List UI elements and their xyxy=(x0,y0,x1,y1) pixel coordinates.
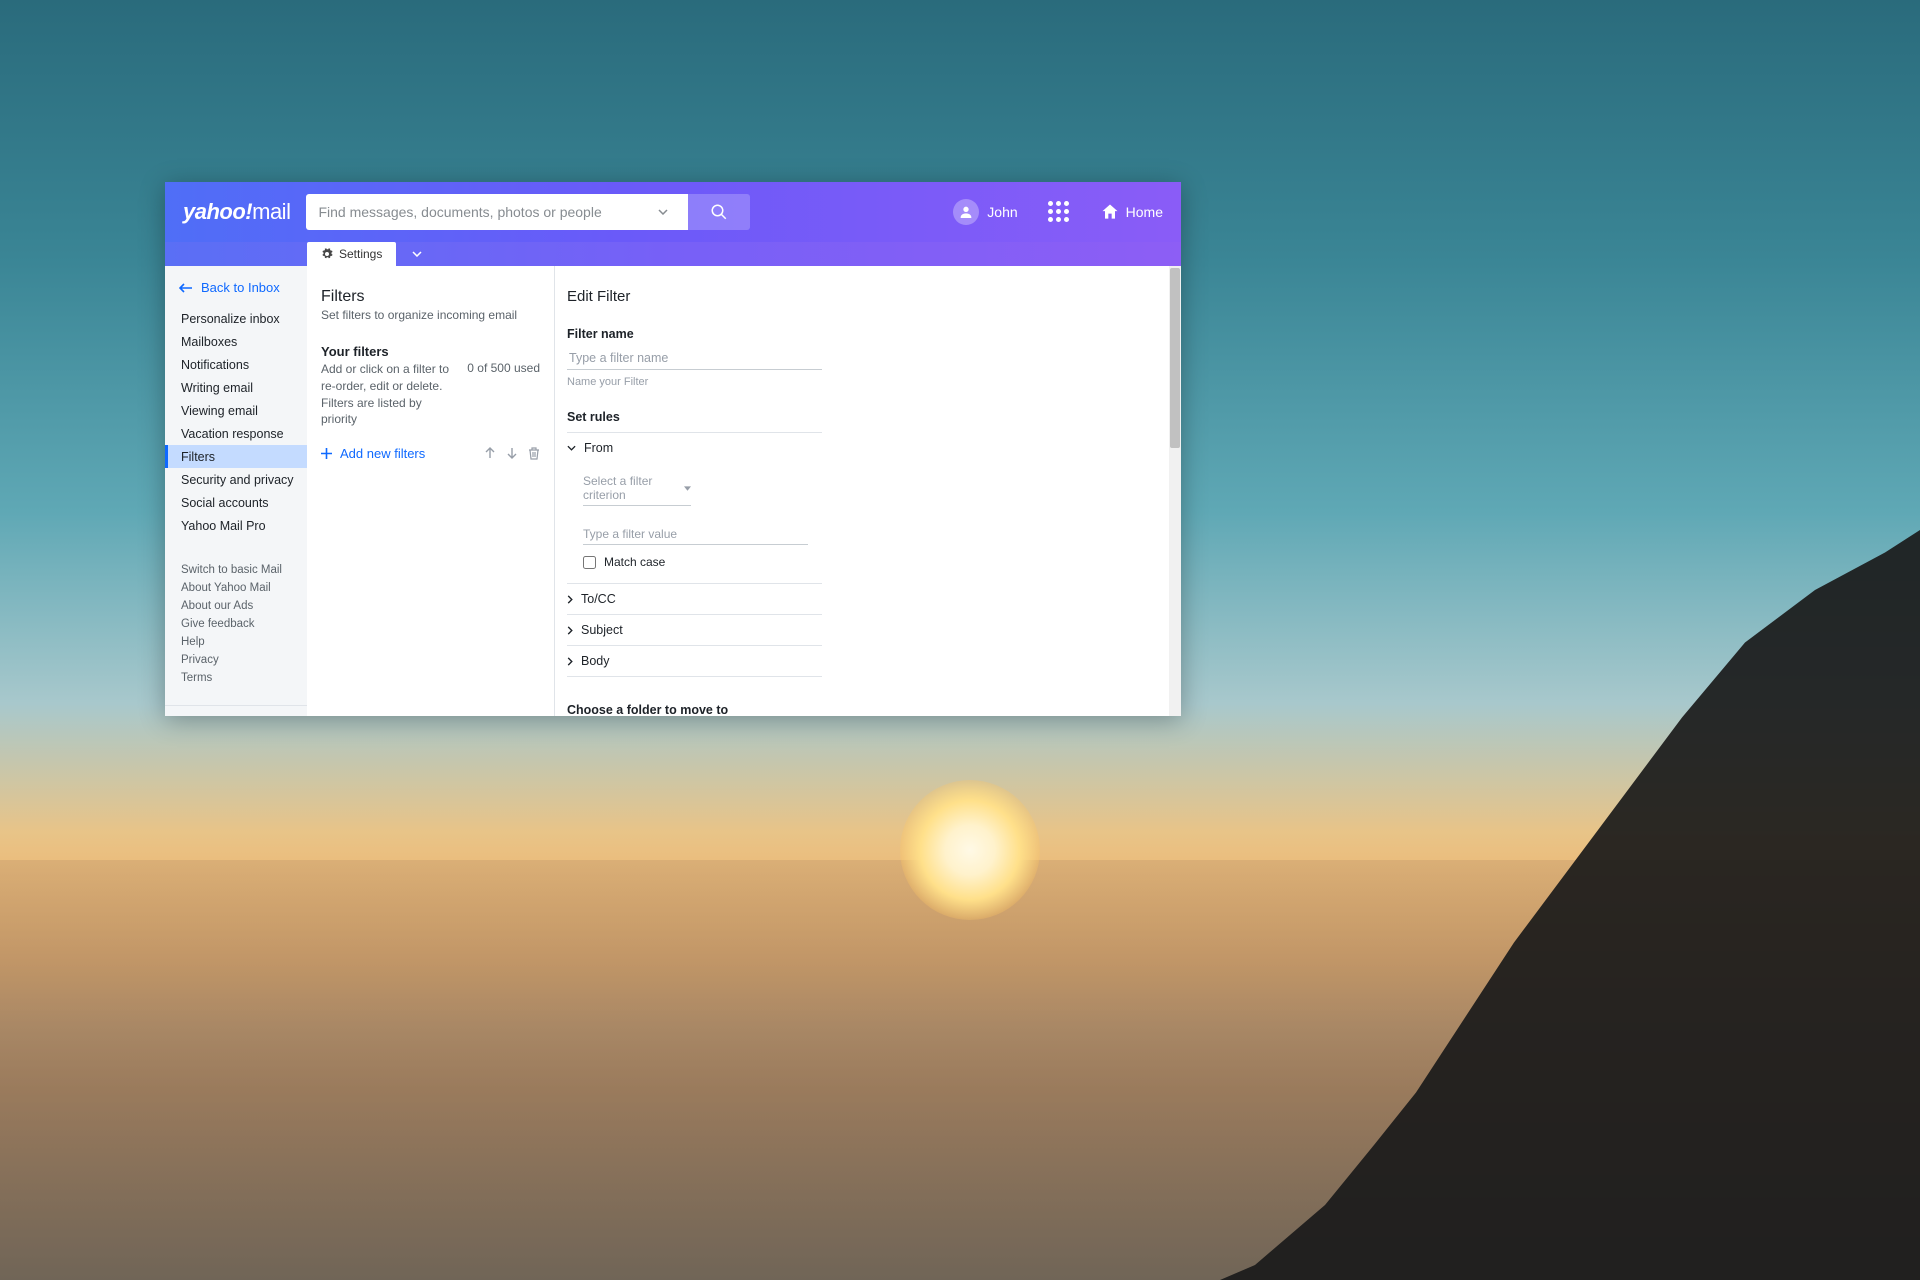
edit-filter-title: Edit Filter xyxy=(567,288,1157,305)
nav-viewing-email[interactable]: Viewing email xyxy=(165,399,307,422)
arrow-left-icon xyxy=(179,283,193,293)
rule-from-toggle[interactable]: From xyxy=(567,441,822,455)
tab-label: Settings xyxy=(339,247,382,261)
settings-sidebar: Back to Inbox Personalize inbox Mailboxe… xyxy=(165,266,307,716)
logo-main: yahoo! xyxy=(183,199,252,224)
scrollbar-thumb[interactable] xyxy=(1170,268,1180,448)
user-name: John xyxy=(987,204,1017,220)
rule-tocc-label: To/CC xyxy=(581,592,616,606)
choose-folder-label: Choose a folder to move to xyxy=(567,703,1157,716)
chevron-right-icon xyxy=(567,595,573,604)
content-body: Back to Inbox Personalize inbox Mailboxe… xyxy=(165,266,1181,716)
criterion-select[interactable]: Select a filter criterion xyxy=(583,471,691,506)
match-case-checkbox[interactable] xyxy=(583,556,596,569)
rule-body-toggle[interactable]: Body xyxy=(567,654,822,668)
rule-body-label: Body xyxy=(581,654,610,668)
filters-count: 0 of 500 used xyxy=(467,361,540,375)
link-terms[interactable]: Terms xyxy=(165,669,307,687)
sidebar-secondary: Switch to basic Mail About Yahoo Mail Ab… xyxy=(165,561,307,687)
your-filters-heading: Your filters xyxy=(321,344,540,359)
add-filter-button[interactable]: Add new filters xyxy=(321,446,425,461)
nav-notifications[interactable]: Notifications xyxy=(165,353,307,376)
filter-name-input[interactable] xyxy=(567,347,822,370)
your-filters-desc: Add or click on a filter to re-order, ed… xyxy=(321,361,459,428)
logo[interactable]: yahoo!mail xyxy=(183,199,290,225)
gear-icon xyxy=(321,248,333,260)
rule-subject: Subject xyxy=(567,615,822,646)
search-dropdown-icon[interactable] xyxy=(649,209,677,215)
chevron-down-icon xyxy=(567,445,576,451)
arrow-up-icon xyxy=(484,447,496,459)
search-box[interactable] xyxy=(306,194,688,230)
nav-filters[interactable]: Filters xyxy=(165,445,307,468)
link-help[interactable]: Help xyxy=(165,633,307,651)
home-label: Home xyxy=(1126,204,1163,220)
main-area: Filters Set filters to organize incoming… xyxy=(307,266,1181,716)
nav-vacation-response[interactable]: Vacation response xyxy=(165,422,307,445)
logo-sub: mail xyxy=(252,199,290,224)
plus-icon xyxy=(321,448,332,459)
link-give-feedback[interactable]: Give feedback xyxy=(165,615,307,633)
nav-personalize[interactable]: Personalize inbox xyxy=(165,307,307,330)
arrow-down-icon xyxy=(506,447,518,459)
nav-yahoo-mail-pro[interactable]: Yahoo Mail Pro xyxy=(165,514,307,537)
match-case-label: Match case xyxy=(604,555,665,569)
home-icon xyxy=(1100,202,1120,222)
filter-name-hint: Name your Filter xyxy=(567,376,1157,388)
avatar xyxy=(953,199,979,225)
trash-icon xyxy=(528,447,540,460)
search-input[interactable] xyxy=(318,204,648,220)
apps-grid-icon[interactable] xyxy=(1048,201,1070,223)
back-to-inbox[interactable]: Back to Inbox xyxy=(165,266,307,307)
scrollbar[interactable] xyxy=(1169,266,1181,716)
back-label: Back to Inbox xyxy=(201,280,280,295)
edit-filter-panel: Edit Filter Filter name Name your Filter… xyxy=(555,266,1181,716)
move-up-button[interactable] xyxy=(484,447,496,460)
search-icon xyxy=(710,203,728,221)
home-link[interactable]: Home xyxy=(1100,202,1163,222)
nav-writing-email[interactable]: Writing email xyxy=(165,376,307,399)
rule-subject-toggle[interactable]: Subject xyxy=(567,623,822,637)
tab-strip: Settings xyxy=(165,242,1181,266)
chevron-right-icon xyxy=(567,626,573,635)
rule-tocc-toggle[interactable]: To/CC xyxy=(567,592,822,606)
filter-value-input[interactable] xyxy=(583,524,808,545)
filters-subtitle: Set filters to organize incoming email xyxy=(321,308,540,322)
filters-title: Filters xyxy=(321,288,540,306)
delete-filter-button[interactable] xyxy=(528,447,540,460)
chevron-down-icon xyxy=(412,251,422,257)
move-down-button[interactable] xyxy=(506,447,518,460)
chevron-right-icon xyxy=(567,657,573,666)
rule-body: Body xyxy=(567,646,822,677)
nav-mailboxes[interactable]: Mailboxes xyxy=(165,330,307,353)
search-button[interactable] xyxy=(688,194,750,230)
nav-social-accounts[interactable]: Social accounts xyxy=(165,491,307,514)
add-filter-label: Add new filters xyxy=(340,446,425,461)
storage-info: 1 TB of storage 0.01 % used xyxy=(165,705,307,716)
filters-panel: Filters Set filters to organize incoming… xyxy=(307,266,555,716)
link-switch-basic[interactable]: Switch to basic Mail xyxy=(165,561,307,579)
caret-down-icon xyxy=(684,486,691,491)
tab-settings[interactable]: Settings xyxy=(307,242,396,266)
app-window: yahoo!mail John xyxy=(165,182,1181,716)
rule-subject-label: Subject xyxy=(581,623,623,637)
nav-security-privacy[interactable]: Security and privacy xyxy=(165,468,307,491)
header-bar: yahoo!mail John xyxy=(165,182,1181,242)
filter-name-label: Filter name xyxy=(567,327,1157,341)
settings-nav: Personalize inbox Mailboxes Notification… xyxy=(165,307,307,537)
rule-tocc: To/CC xyxy=(567,584,822,615)
link-about-ads[interactable]: About our Ads xyxy=(165,597,307,615)
wallpaper-sun xyxy=(900,780,1040,920)
criterion-placeholder: Select a filter criterion xyxy=(583,474,684,502)
rule-from-label: From xyxy=(584,441,613,455)
link-about-yahoo-mail[interactable]: About Yahoo Mail xyxy=(165,579,307,597)
desktop-wallpaper: yahoo!mail John xyxy=(0,0,1920,1280)
rule-from: From Select a filter criterion xyxy=(567,432,822,584)
person-icon xyxy=(958,204,974,220)
search-group xyxy=(306,194,750,230)
user-menu[interactable]: John xyxy=(953,199,1017,225)
link-privacy[interactable]: Privacy xyxy=(165,651,307,669)
set-rules-label: Set rules xyxy=(567,410,1157,424)
tab-dropdown[interactable] xyxy=(406,242,428,266)
